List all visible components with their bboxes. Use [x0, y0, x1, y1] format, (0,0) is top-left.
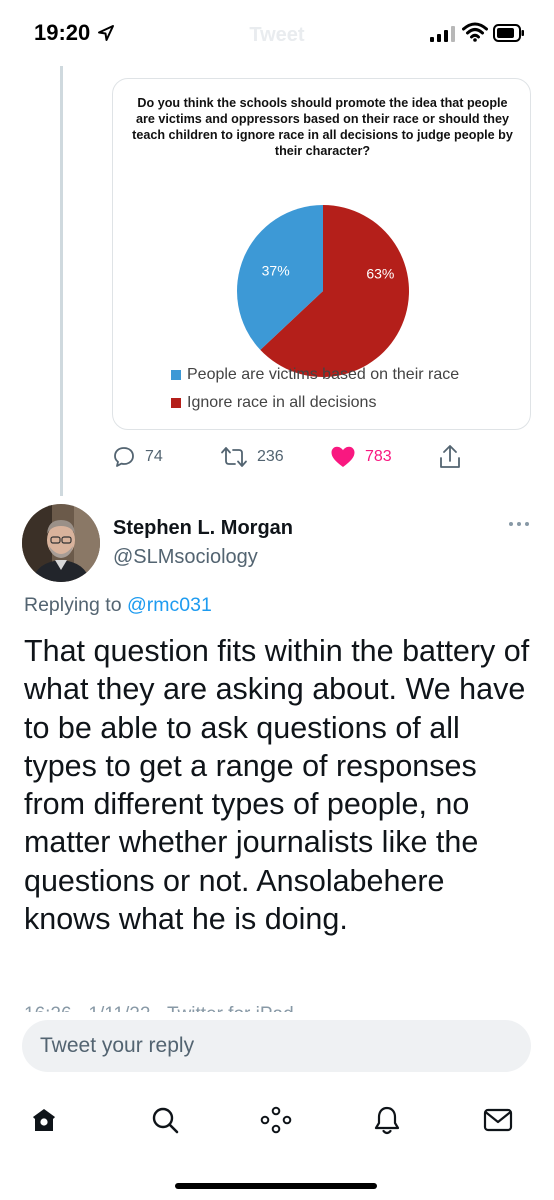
reply-input[interactable]: [40, 1020, 510, 1072]
avatar-photo: [22, 504, 100, 582]
more-options-icon[interactable]: [508, 520, 530, 528]
legend-label: People are victims based on their race: [187, 366, 460, 383]
legend-swatch: [171, 398, 181, 408]
share-icon: [440, 445, 460, 468]
tab-messages[interactable]: [478, 1100, 518, 1140]
search-icon: [152, 1107, 179, 1134]
legend-item: Ignore race in all decisions: [171, 389, 459, 417]
legend-label: Ignore race in all decisions: [187, 394, 377, 411]
tab-home[interactable]: [24, 1100, 64, 1140]
heart-filled-icon: [331, 446, 355, 467]
reply-composer[interactable]: [22, 1020, 531, 1072]
tweet-actions: 74 236 783: [112, 440, 492, 474]
pie-slice-label: 37%: [262, 263, 290, 279]
tweet-text: That question fits within the battery of…: [24, 634, 530, 937]
reply-button[interactable]: 74: [112, 440, 163, 474]
legend-swatch: [171, 370, 181, 380]
author-name[interactable]: Stephen L. Morgan: [113, 517, 293, 540]
chart-question: Do you think the schools should promote …: [132, 96, 513, 158]
home-indicator: [175, 1183, 377, 1189]
like-count: 783: [365, 448, 392, 465]
retweet-count: 236: [257, 448, 284, 465]
thread-line: [60, 66, 63, 496]
cellular-signal-icon: [430, 26, 455, 42]
tab-bar: [0, 1090, 554, 1150]
status-bar: 19:20 Tweet: [0, 0, 554, 70]
tweet-image-card[interactable]: Do you think the schools should promote …: [112, 78, 531, 430]
wifi-icon: [462, 22, 488, 42]
replying-to-label: Replying to: [24, 594, 122, 616]
share-button[interactable]: [438, 440, 462, 474]
like-button[interactable]: 783: [330, 440, 392, 474]
legend-item: People are victims based on their race: [171, 361, 459, 389]
tab-spaces[interactable]: [256, 1100, 296, 1140]
pie-chart: 63% 37%: [237, 205, 409, 377]
spaces-icon: [260, 1106, 292, 1134]
tab-search[interactable]: [145, 1100, 185, 1140]
retweet-button[interactable]: 236: [220, 440, 284, 474]
reply-count: 74: [145, 448, 163, 465]
author-handle[interactable]: @SLMsociology: [113, 546, 258, 569]
messages-icon: [483, 1108, 513, 1132]
reply-icon: [114, 447, 134, 467]
battery-icon: [493, 24, 524, 42]
replying-to: Replying to @rmc031: [24, 594, 212, 617]
retweet-icon: [221, 447, 247, 467]
pie-slice-label: 63%: [366, 265, 394, 281]
notifications-icon: [374, 1106, 400, 1135]
home-icon: [33, 1109, 55, 1131]
reply-mention-link[interactable]: @rmc031: [127, 594, 212, 616]
tab-notifications[interactable]: [367, 1100, 407, 1140]
avatar[interactable]: [22, 504, 100, 582]
chart-legend: People are victims based on their race I…: [171, 361, 459, 417]
